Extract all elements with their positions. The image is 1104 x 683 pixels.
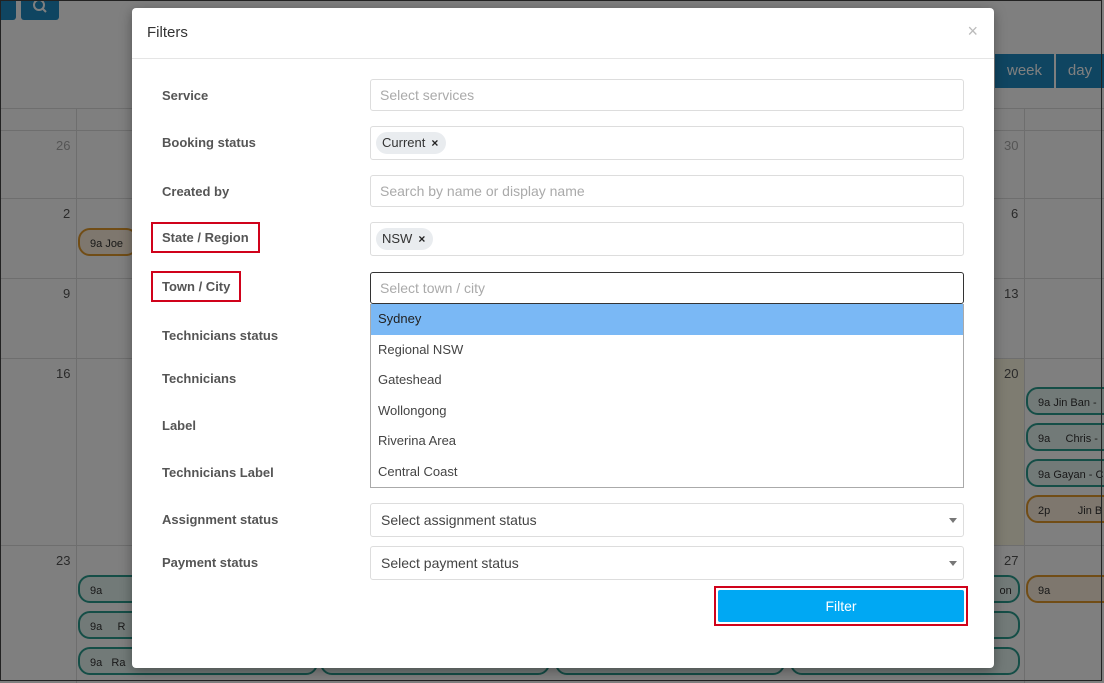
service-input[interactable]: Select services — [370, 79, 964, 111]
dropdown-option[interactable]: Wollongong — [371, 396, 963, 427]
technicians-status-label: Technicians status — [162, 328, 279, 343]
dropdown-option[interactable]: Central Coast — [371, 457, 963, 488]
caret-down-icon — [949, 561, 957, 566]
state-region-tag: NSW × — [376, 228, 434, 250]
booking-status-input[interactable]: Current × — [370, 126, 964, 160]
remove-tag-icon[interactable]: × — [431, 136, 438, 150]
dropdown-option[interactable]: Regional NSW — [371, 335, 963, 366]
created-by-label: Created by — [162, 184, 230, 199]
modal-title: Filters — [147, 24, 188, 41]
booking-status-tag: Current × — [376, 132, 447, 154]
tag-label: Current — [382, 135, 426, 150]
created-by-input[interactable]: Search by name or display name — [370, 175, 964, 207]
dropdown-option[interactable]: Riverina Area — [371, 426, 963, 457]
technicians-label: Technicians — [162, 371, 237, 386]
state-region-label: State / Region — [151, 222, 260, 253]
dropdown-option[interactable]: Sydney — [371, 304, 963, 335]
filters-modal: Filters × Service Select services Bookin… — [132, 8, 994, 668]
town-city-label: Town / City — [151, 271, 242, 302]
booking-status-label: Booking status — [162, 135, 256, 150]
assignment-status-select[interactable]: Select assignment status — [370, 503, 964, 537]
technicians-label-label: Technicians Label — [162, 465, 274, 480]
label-label: Label — [162, 418, 196, 433]
dropdown-option[interactable]: Gateshead — [371, 365, 963, 396]
remove-tag-icon[interactable]: × — [418, 232, 425, 246]
tag-label: NSW — [382, 231, 413, 246]
town-city-input[interactable]: Select town / city — [370, 272, 964, 304]
modal-header: Filters × — [132, 8, 994, 59]
select-value: Select payment status — [381, 555, 519, 571]
state-region-input[interactable]: NSW × — [370, 222, 964, 256]
town-city-dropdown: Sydney Regional NSW Gateshead Wollongong… — [370, 304, 964, 488]
close-icon[interactable]: × — [967, 21, 978, 42]
filter-button-highlight: Filter — [714, 586, 968, 626]
select-value: Select assignment status — [381, 512, 537, 528]
payment-status-label: Payment status — [162, 555, 259, 570]
caret-down-icon — [949, 518, 957, 523]
assignment-status-label: Assignment status — [162, 512, 279, 527]
filter-button[interactable]: Filter — [718, 590, 964, 622]
service-label: Service — [162, 88, 209, 103]
payment-status-select[interactable]: Select payment status — [370, 546, 964, 580]
